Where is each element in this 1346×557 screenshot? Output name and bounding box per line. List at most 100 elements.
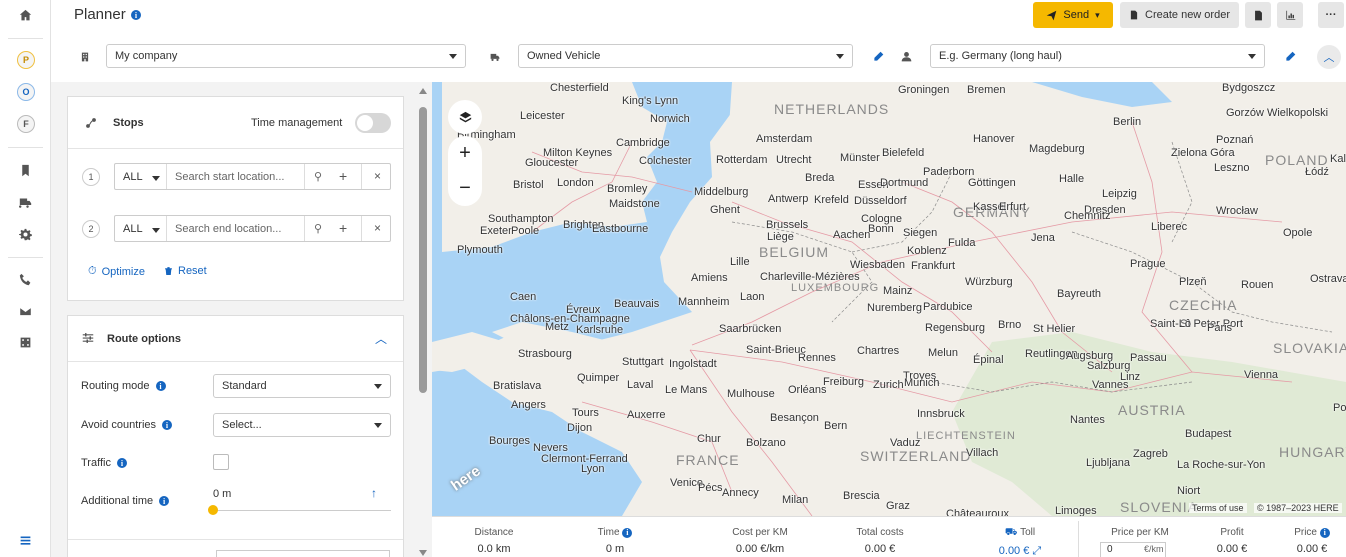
fleet-circle-icon[interactable]: F [17, 115, 35, 133]
truck-icon[interactable] [0, 192, 51, 212]
vehicle-select[interactable]: Owned Vehicle [518, 44, 853, 68]
chevron-up-icon[interactable]: ︿ [375, 330, 387, 347]
end-stop-row: ALL Search end location... ⚲ + × [114, 215, 391, 242]
additional-time-slider-track[interactable] [213, 510, 391, 511]
create-order-button[interactable]: Create new order [1120, 2, 1239, 28]
bookmark-icon[interactable] [0, 160, 51, 180]
close-icon[interactable]: × [374, 169, 381, 183]
price-info-icon[interactable]: i [1319, 527, 1330, 538]
optimize-button[interactable]: ⏱ Optimize [88, 265, 145, 278]
time-management-toggle[interactable] [355, 113, 391, 133]
additional-time-slider-thumb[interactable] [208, 505, 218, 515]
more-options-button[interactable]: ··· [1318, 2, 1344, 28]
map[interactable]: NETHERLANDS GERMANY POLAND BELGIUM LUXEM… [432, 82, 1346, 516]
location-pin-icon[interactable]: ⚲ [314, 170, 322, 183]
avoid-countries-info-icon[interactable]: i [162, 420, 173, 430]
price-per-km-stat: Price per KM [1111, 527, 1169, 538]
export-pdf-button[interactable] [1245, 2, 1271, 28]
planner-circle-icon[interactable]: P [17, 51, 35, 69]
edit-profile-pencil-icon[interactable] [1285, 51, 1296, 62]
map-country-label: NETHERLANDS [774, 101, 890, 117]
map-city-label: Annecy [722, 487, 759, 499]
avoid-countries-select[interactable]: Select... [213, 413, 391, 437]
map-city-label: Düsseldorf [854, 195, 907, 207]
title-info-icon[interactable]: i [131, 10, 141, 20]
close-icon[interactable]: × [374, 221, 381, 235]
stop-type-select[interactable]: ALL [123, 171, 143, 183]
edit-vehicle-pencil-icon[interactable] [873, 51, 884, 62]
map-city-label: Mainz [883, 285, 913, 297]
total-costs-stat: Total costs 0.00 € [840, 527, 920, 555]
zoom-out-button[interactable]: − [448, 171, 482, 206]
map-city-label: Hanover [973, 133, 1015, 145]
send-button[interactable]: Send ▾ [1033, 2, 1113, 28]
scroll-down-arrow[interactable] [419, 550, 427, 556]
orders-circle-icon[interactable]: O [17, 83, 35, 101]
collapse-chevron-up-icon[interactable]: ︿ [1317, 45, 1341, 69]
map-city-label: Aachen [833, 229, 871, 241]
profile-select[interactable]: E.g. Germany (long haul) [930, 44, 1265, 68]
terms-of-use-link[interactable]: Terms of use [1189, 503, 1247, 513]
statistics-button[interactable] [1277, 2, 1303, 28]
map-city-label: Munich [904, 377, 940, 389]
reset-button[interactable]: Reset [164, 265, 207, 277]
map-city-label: Laon [740, 291, 765, 303]
map-country-label: LUXEMBOURG [791, 282, 880, 294]
map-city-label: St Helier [1033, 323, 1076, 335]
map-city-label: Dijon [567, 422, 593, 434]
map-city-label: Vienna [1244, 369, 1279, 381]
arrow-up-icon[interactable]: ↑ [371, 486, 377, 500]
expand-icon[interactable]: ⤢ [1032, 545, 1041, 557]
map-city-label: Mulhouse [727, 388, 775, 400]
end-location-input[interactable]: Search end location... [175, 223, 281, 235]
home-icon[interactable] [0, 5, 51, 25]
map-city-label: Vaduz [890, 437, 921, 449]
map-country-label: SLOVENIA [1120, 499, 1199, 515]
zoom-in-button[interactable]: + [448, 136, 482, 171]
map-city-label: Poitiers [1333, 402, 1346, 414]
scroll-up-arrow[interactable] [419, 88, 427, 94]
pdf-icon [1254, 10, 1262, 20]
map-city-label: Charleville-Mézières [760, 271, 860, 283]
map-city-label: Antwerp [768, 193, 809, 205]
map-city-label: Plymouth [457, 244, 503, 256]
cost-per-km-value: 0.00 €/km [735, 543, 785, 555]
traffic-info-icon[interactable]: i [116, 458, 127, 468]
stops-card: Stops Time management 1 ALL Search start… [67, 96, 404, 301]
chevron-down-icon [1248, 54, 1256, 59]
map-city-label: Poole [511, 225, 540, 237]
price-value: 0.00 € [1296, 543, 1328, 555]
map-city-label: Wrocław [1216, 205, 1258, 217]
add-stop-icon[interactable]: + [339, 220, 347, 236]
scrollbar-thumb[interactable] [419, 107, 427, 393]
additional-time-info-icon[interactable]: i [159, 496, 170, 506]
map-city-label: Tours [572, 407, 599, 419]
cost-per-km-stat: Cost per KM 0.00 €/km [710, 527, 810, 555]
map-country-label: FRANCE [676, 452, 740, 468]
phone-icon[interactable] [0, 269, 51, 289]
traffic-checkbox[interactable] [213, 454, 229, 470]
toll-value[interactable]: 0.00 € [999, 545, 1030, 557]
map-city-label: Utrecht [776, 154, 812, 166]
map-city-label: Brno [998, 319, 1022, 331]
stop-type-select[interactable]: ALL [123, 223, 143, 235]
start-location-input[interactable]: Search start location... [175, 171, 284, 183]
mail-icon[interactable] [0, 301, 51, 321]
routing-mode-info-icon[interactable]: i [155, 381, 166, 391]
gear-icon[interactable] [0, 224, 51, 244]
send-icon [1047, 10, 1057, 20]
location-pin-icon[interactable]: ⚲ [314, 222, 322, 235]
add-stop-icon[interactable]: + [339, 168, 347, 184]
company-select[interactable]: My company [106, 44, 466, 68]
list-toggle-icon[interactable] [0, 530, 51, 550]
stop-number: 2 [82, 220, 100, 238]
map-country-label: AUSTRIA [1118, 402, 1186, 418]
layers-button[interactable] [448, 100, 482, 134]
film-icon[interactable] [0, 332, 51, 352]
map-city-label: Saint-Brieuc [746, 344, 806, 356]
time-info-icon[interactable]: i [622, 527, 633, 538]
map-city-label: Budapest [1185, 428, 1232, 440]
map-city-label: Groningen [898, 84, 950, 96]
routing-mode-select[interactable]: Standard [213, 374, 391, 398]
route-options-card: Route options ︿ Routing mode i Standard A… [67, 315, 404, 557]
